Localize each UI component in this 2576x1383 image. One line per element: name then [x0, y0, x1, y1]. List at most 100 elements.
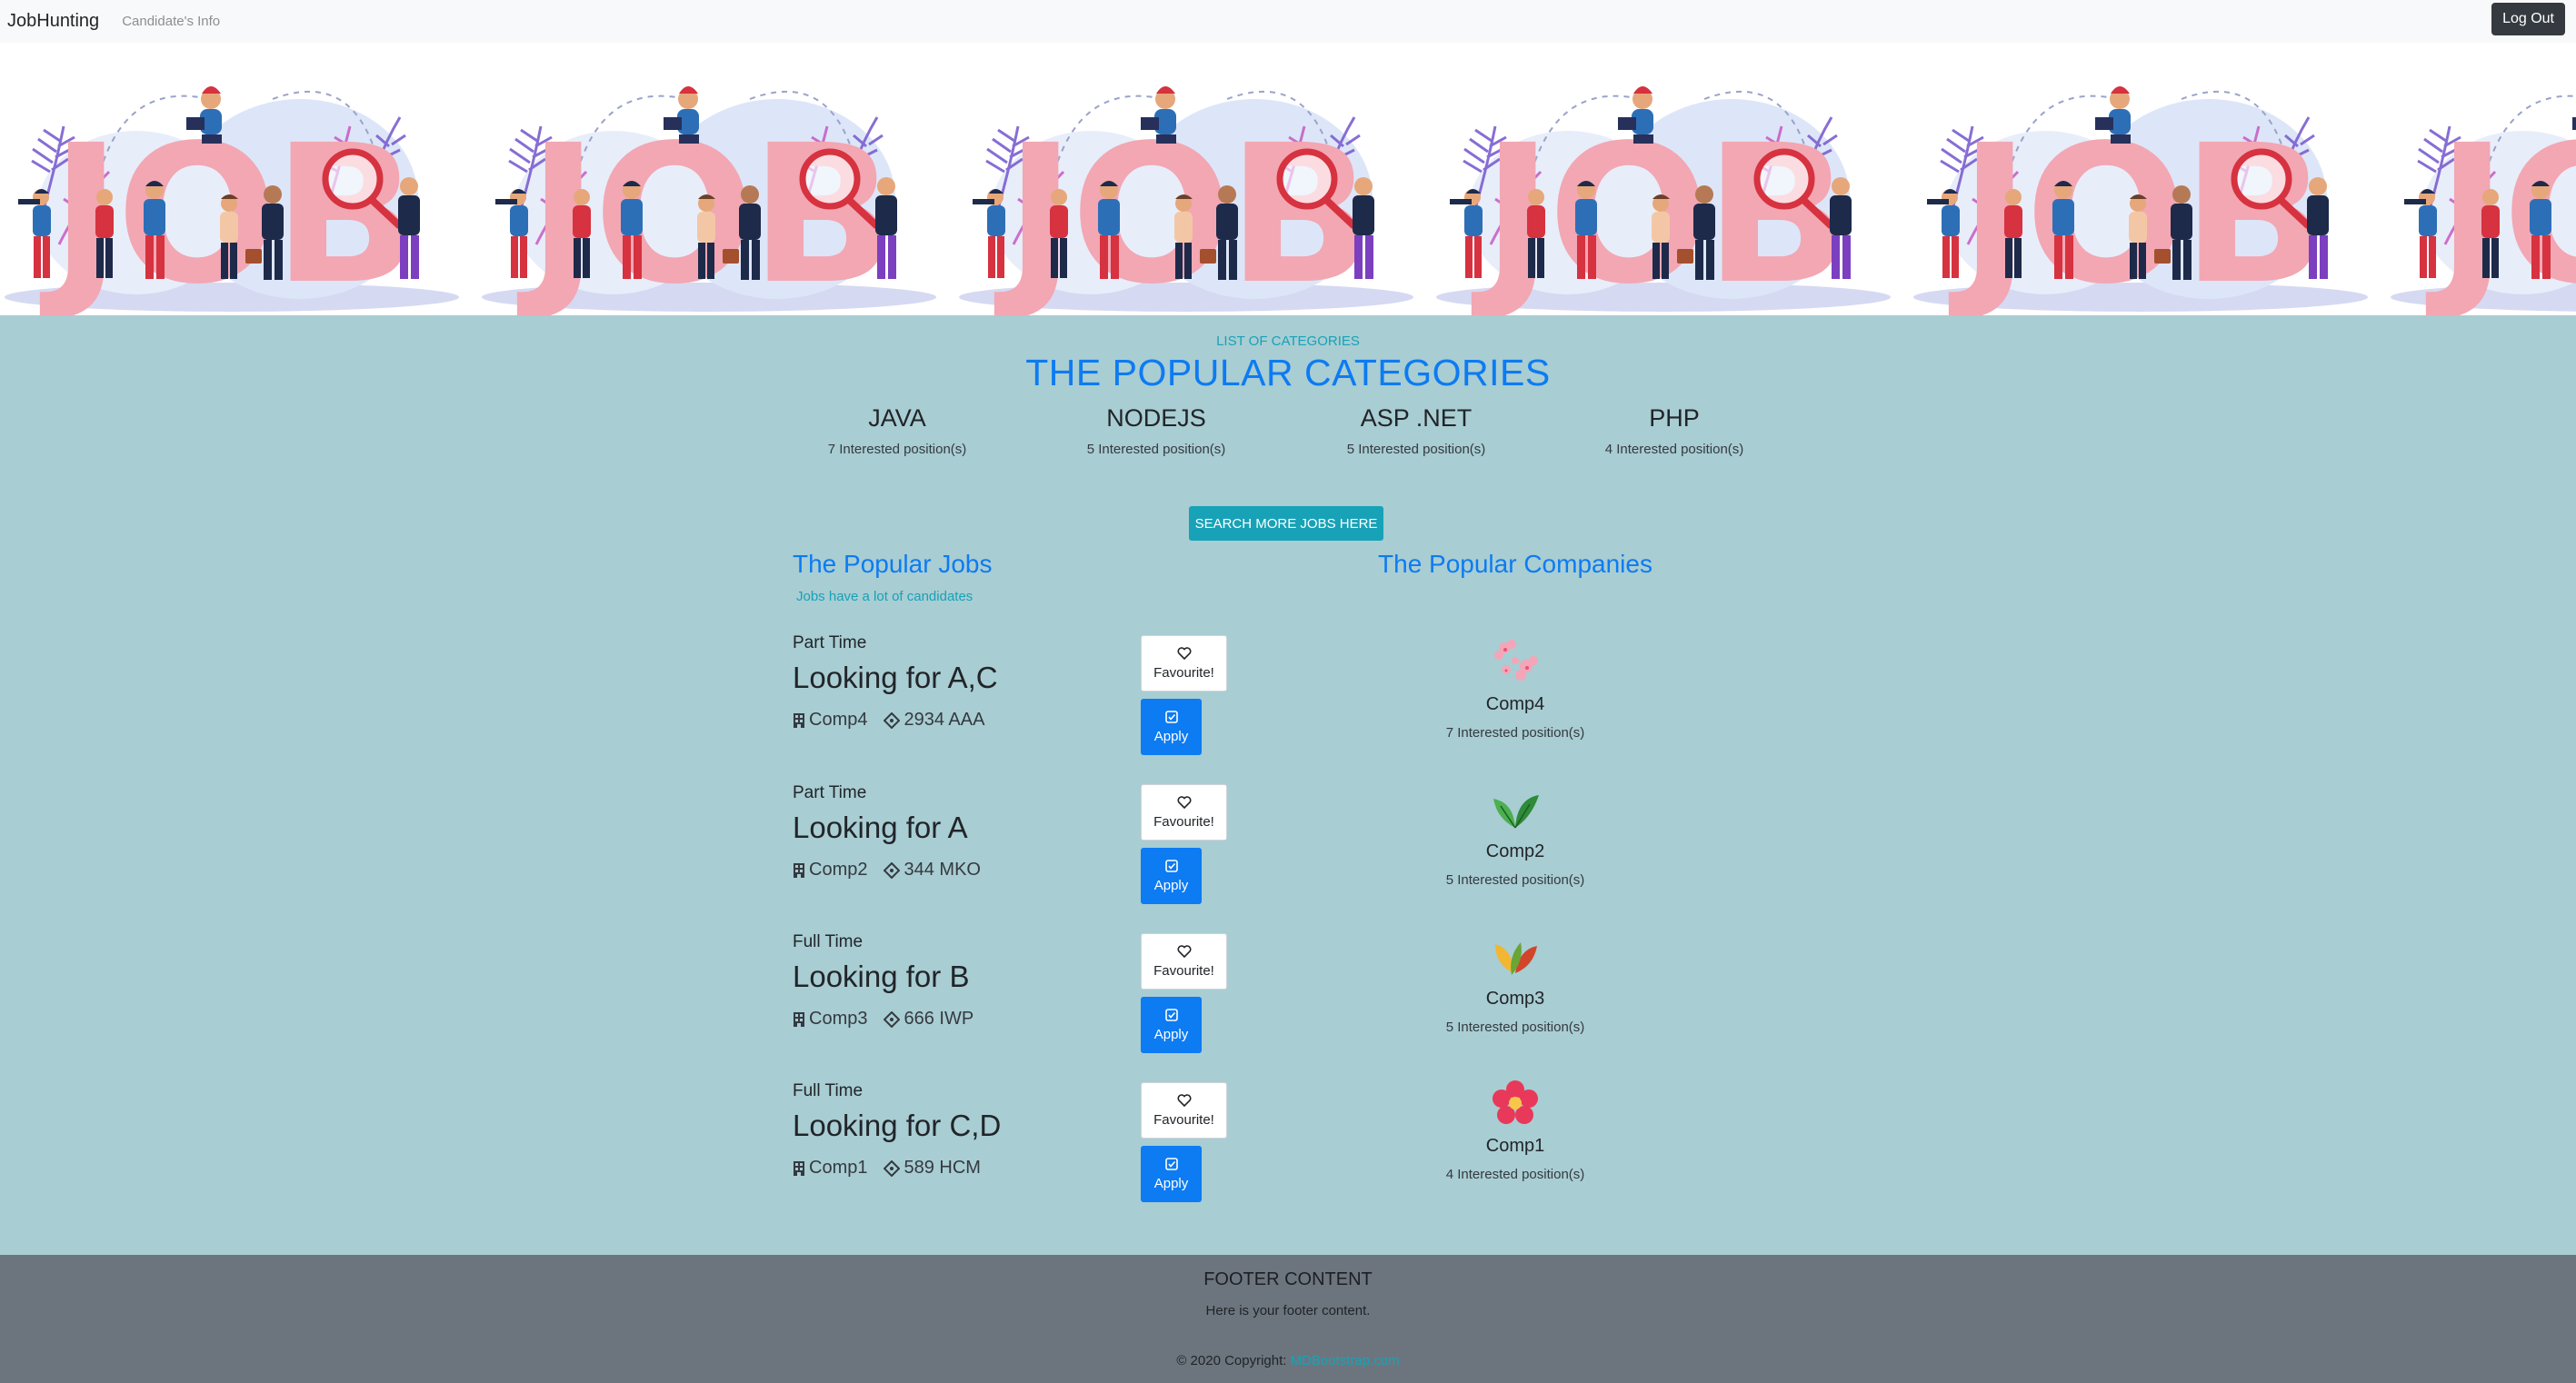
job-type: Full Time — [793, 1081, 864, 1100]
category-item[interactable]: JAVA 7 Interested position(s) — [788, 404, 1006, 457]
job-title[interactable]: Looking for A — [793, 811, 968, 845]
building-icon — [794, 712, 804, 728]
logout-button[interactable]: Log Out — [2491, 3, 2565, 35]
company-item[interactable]: Comp2 5 Interested position(s) — [1363, 782, 1667, 919]
job-hunting-illustration-icon — [1432, 63, 1895, 315]
heart-icon — [1176, 795, 1192, 809]
job-hunting-illustration-icon — [0, 63, 464, 315]
search-more-jobs-button[interactable]: SEARCH MORE JOBS HERE — [1189, 506, 1383, 541]
job-address: 344 MKO — [904, 860, 981, 880]
categories-eyebrow: LIST OF CATEGORIES — [1216, 333, 1360, 349]
apply-button[interactable]: Apply — [1141, 699, 1202, 755]
location-diamond-icon — [884, 711, 901, 729]
company-item[interactable]: Comp1 4 Interested position(s) — [1363, 1077, 1667, 1213]
job-hunting-illustration-icon — [954, 63, 1418, 315]
check-square-icon — [1164, 1157, 1178, 1170]
job-company: Comp4 — [809, 710, 868, 730]
job-company: Comp3 — [809, 1009, 868, 1029]
footer-title: FOOTER CONTENT — [1203, 1269, 1373, 1289]
apply-button[interactable]: Apply — [1141, 1146, 1202, 1202]
job-company: Comp2 — [809, 860, 868, 880]
company-count: 7 Interested position(s) — [1445, 725, 1585, 741]
category-item[interactable]: PHP 4 Interested position(s) — [1565, 404, 1783, 457]
company-name: Comp4 — [1485, 694, 1545, 714]
favourite-label: Favourite! — [1153, 664, 1214, 681]
job-hunting-illustration-icon — [477, 63, 941, 315]
green-leaves-icon — [1493, 795, 1539, 829]
heart-icon — [1176, 646, 1192, 660]
favourite-button[interactable]: Favourite! — [1141, 784, 1227, 841]
apply-label: Apply — [1153, 1175, 1189, 1191]
favourite-button[interactable]: Favourite! — [1141, 1082, 1227, 1139]
apply-button[interactable]: Apply — [1141, 848, 1202, 904]
company-count: 4 Interested position(s) — [1445, 1167, 1585, 1182]
company-name: Comp2 — [1485, 841, 1545, 861]
nav-link-candidates-info[interactable]: Candidate's Info — [122, 14, 220, 29]
copyright-link[interactable]: MDBootstrap.com — [1291, 1353, 1400, 1368]
footer-text: Here is your footer content. — [1205, 1303, 1371, 1318]
job-meta: Comp3 666 IWP — [793, 1009, 973, 1030]
location-diamond-icon — [884, 1010, 901, 1028]
favourite-label: Favourite! — [1153, 813, 1214, 830]
category-name: JAVA — [868, 404, 926, 432]
job-meta: Comp1 589 HCM — [793, 1158, 981, 1179]
check-square-icon — [1164, 710, 1178, 723]
category-count: 5 Interested position(s) — [1346, 442, 1486, 457]
job-company: Comp1 — [809, 1158, 868, 1178]
categories-title: THE POPULAR CATEGORIES — [1025, 352, 1551, 393]
category-count: 5 Interested position(s) — [1086, 442, 1226, 457]
apply-label: Apply — [1153, 877, 1189, 893]
job-meta: Comp2 344 MKO — [793, 860, 981, 881]
company-item[interactable]: Comp3 5 Interested position(s) — [1363, 930, 1667, 1066]
favourite-button[interactable]: Favourite! — [1141, 933, 1227, 990]
brand-link[interactable]: JobHunting — [7, 11, 99, 32]
copyright-text: © 2020 Copyright: — [1176, 1353, 1287, 1368]
red-flower-icon — [1493, 1080, 1538, 1124]
main-section: LIST OF CATEGORIES THE POPULAR CATEGORIE… — [0, 315, 2576, 1255]
company-count: 5 Interested position(s) — [1445, 1020, 1585, 1035]
category-name: ASP .NET — [1360, 404, 1473, 432]
favourite-label: Favourite! — [1153, 1111, 1214, 1128]
company-item[interactable]: Comp4 7 Interested position(s) — [1363, 635, 1667, 771]
company-name: Comp3 — [1485, 989, 1545, 1009]
check-square-icon — [1164, 859, 1178, 872]
heart-icon — [1176, 1093, 1192, 1107]
category-count: 4 Interested position(s) — [1604, 442, 1744, 457]
company-name: Comp1 — [1485, 1136, 1545, 1156]
heart-icon — [1176, 944, 1192, 958]
apply-label: Apply — [1153, 728, 1189, 744]
category-count: 7 Interested position(s) — [827, 442, 967, 457]
job-address: 666 IWP — [904, 1009, 974, 1029]
check-square-icon — [1164, 1008, 1178, 1021]
footer: FOOTER CONTENT Here is your footer conte… — [0, 1255, 2576, 1383]
cherry-blossom-icon — [1494, 640, 1538, 681]
job-title[interactable]: Looking for C,D — [793, 1109, 1001, 1143]
category-item[interactable]: NODEJS 5 Interested position(s) — [1047, 404, 1265, 457]
copyright: © 2020 Copyright: MDBootstrap.com — [0, 1353, 2576, 1368]
popular-companies-title: The Popular Companies — [1378, 550, 1652, 578]
job-type: Part Time — [793, 633, 867, 652]
job-type: Full Time — [793, 932, 864, 951]
job-address: 2934 AAA — [904, 710, 985, 730]
job-hunting-illustration-icon — [1909, 63, 2372, 315]
apply-label: Apply — [1153, 1026, 1189, 1042]
hero-banner — [0, 43, 2576, 315]
favourite-label: Favourite! — [1153, 962, 1214, 979]
popular-jobs-subtitle: Jobs have a lot of candidates — [796, 589, 973, 604]
popular-jobs-title: The Popular Jobs — [793, 550, 993, 578]
category-item[interactable]: ASP .NET 5 Interested position(s) — [1307, 404, 1525, 457]
category-name: NODEJS — [1106, 404, 1206, 432]
building-icon — [794, 862, 804, 878]
job-title[interactable]: Looking for A,C — [793, 661, 998, 695]
favourite-button[interactable]: Favourite! — [1141, 635, 1227, 692]
category-name: PHP — [1649, 404, 1700, 432]
job-hunting-illustration-icon — [2386, 63, 2576, 315]
navbar: JobHunting Candidate's Info Log Out — [0, 0, 2576, 43]
job-title[interactable]: Looking for B — [793, 960, 969, 994]
location-diamond-icon — [884, 861, 901, 879]
autumn-leaves-icon — [1495, 942, 1537, 975]
location-diamond-icon — [884, 1159, 901, 1177]
job-type: Part Time — [793, 783, 867, 802]
job-address: 589 HCM — [904, 1158, 981, 1178]
apply-button[interactable]: Apply — [1141, 997, 1202, 1053]
